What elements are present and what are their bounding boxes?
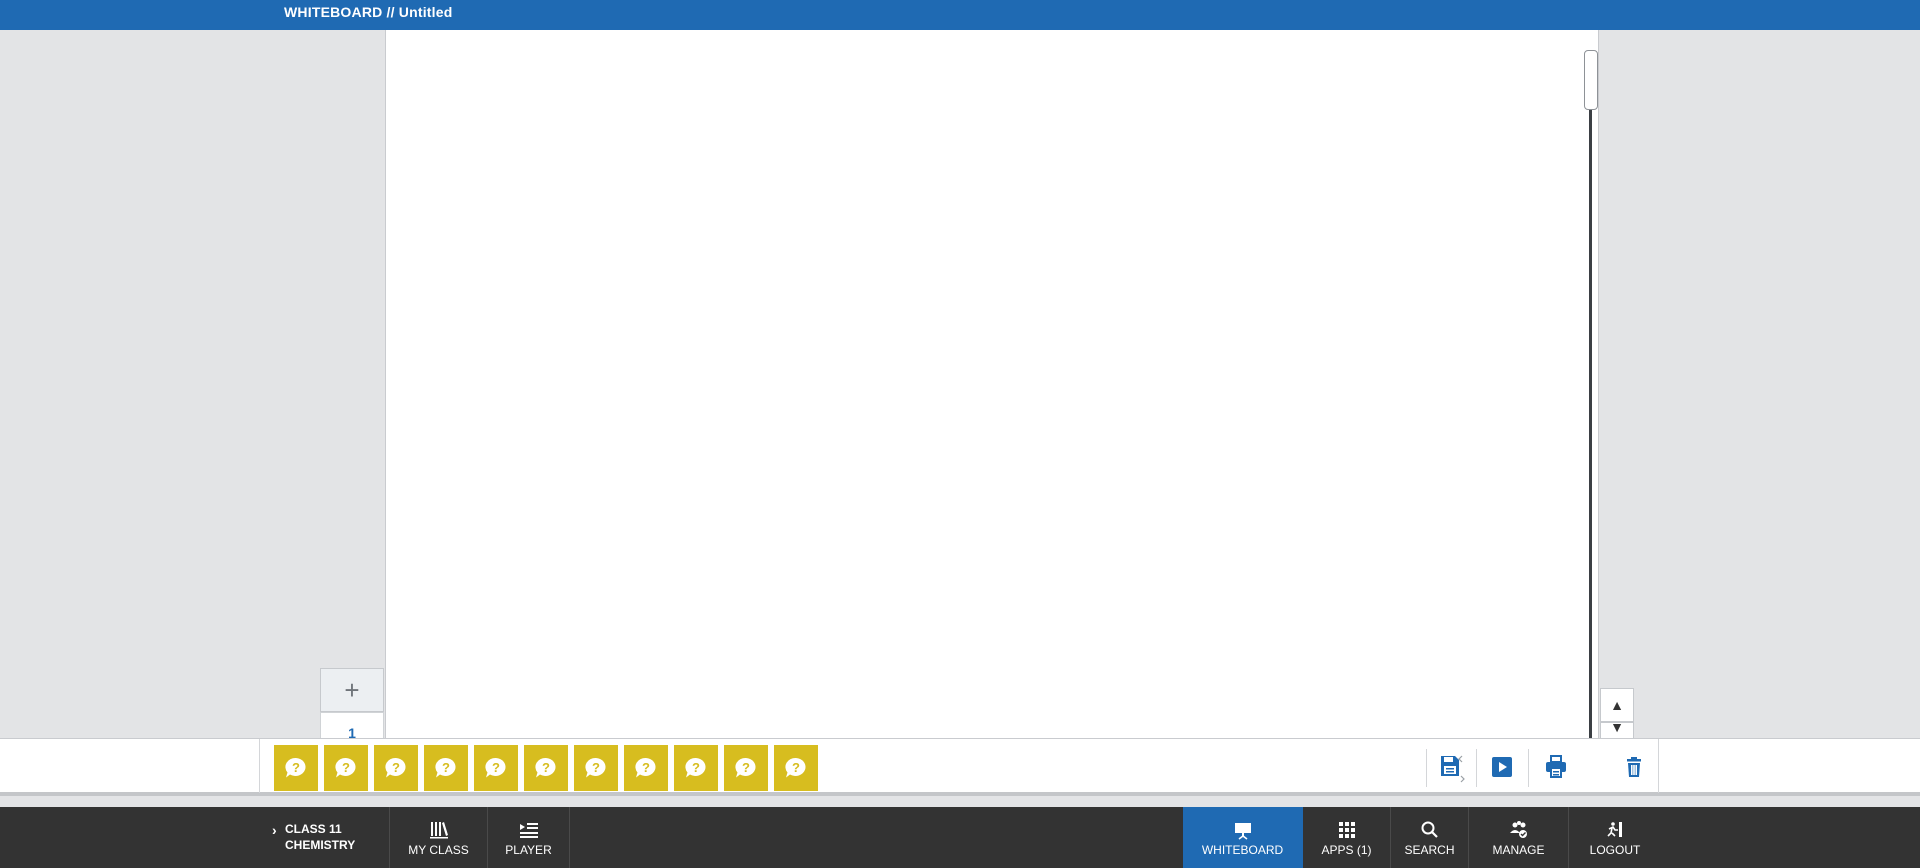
title-bar: WHITEBOARD // Untitled: [0, 0, 1920, 30]
print-button[interactable]: [1538, 749, 1574, 785]
question-bubble-icon: ?: [385, 757, 406, 778]
vertical-scrollbar-thumb[interactable]: [1584, 50, 1598, 110]
svg-text:?: ?: [592, 760, 600, 775]
nav-label: MY CLASS: [408, 842, 469, 857]
svg-text:?: ?: [792, 760, 800, 775]
page-title: WHITEBOARD // Untitled: [284, 4, 453, 20]
nav-label: MANAGE: [1492, 842, 1545, 857]
question-button[interactable]: ?: [624, 745, 668, 791]
scroll-up-button[interactable]: ▲: [1600, 688, 1634, 722]
svg-text:?: ?: [692, 760, 700, 775]
trash-icon: [1627, 757, 1641, 777]
question-button[interactable]: ?: [274, 745, 318, 791]
toolbar-left-panel: [0, 739, 260, 793]
nav-search[interactable]: SEARCH: [1391, 807, 1469, 868]
nav-label: SEARCH: [1404, 842, 1455, 857]
nav-manage[interactable]: MANAGE: [1469, 807, 1569, 868]
question-button[interactable]: ?: [774, 745, 818, 791]
nav-my-class[interactable]: MY CLASS: [390, 807, 488, 868]
question-bubble-icon: ?: [635, 757, 656, 778]
nav-whiteboard[interactable]: WHITEBOARD: [1183, 807, 1303, 868]
grid-icon: [1337, 819, 1357, 841]
toolbar-divider: [1426, 749, 1427, 787]
toolbar-divider: [1528, 749, 1529, 787]
question-button[interactable]: ?: [374, 745, 418, 791]
question-bubble-icon: ?: [285, 757, 306, 778]
save-icon: [1441, 755, 1465, 783]
logout-icon: [1604, 819, 1626, 841]
nav-label: APPS (1): [1321, 842, 1372, 857]
question-bubble-icon: ?: [735, 757, 756, 778]
search-icon: [1420, 819, 1440, 841]
class-subject: CHEMISTRY: [285, 838, 356, 852]
nav-label: LOGOUT: [1589, 842, 1641, 857]
page-number: 1: [348, 725, 356, 738]
whiteboard-app: WHITEBOARD // Untitled + 1 ▲ ▼ ?????????…: [0, 0, 1920, 868]
svg-text:?: ?: [442, 760, 450, 775]
arrow-down-icon: ▼: [1610, 722, 1624, 735]
page-thumbnail[interactable]: 1: [320, 712, 384, 738]
svg-text:?: ?: [492, 760, 500, 775]
question-button[interactable]: ?: [474, 745, 518, 791]
question-bubble-icon: ?: [435, 757, 456, 778]
arrow-up-icon: ▲: [1610, 697, 1624, 713]
question-bubble-icon: ?: [685, 757, 706, 778]
playlist-icon: [518, 819, 540, 841]
bottom-navigation: › CLASS 11 CHEMISTRY MY CLASS PLAYER WHI…: [0, 807, 1920, 868]
scroll-down-button[interactable]: ▼: [1600, 722, 1634, 738]
question-button[interactable]: ?: [674, 745, 718, 791]
add-page-button[interactable]: +: [320, 668, 384, 712]
nav-player[interactable]: PLAYER: [488, 807, 570, 868]
whiteboard-canvas[interactable]: [385, 30, 1599, 738]
nav-label: PLAYER: [505, 842, 552, 857]
question-button[interactable]: ?: [324, 745, 368, 791]
print-icon: [1546, 755, 1566, 778]
toolbar-right-divider: [1658, 739, 1659, 793]
svg-text:?: ?: [642, 760, 650, 775]
question-button[interactable]: ?: [574, 745, 618, 791]
question-bubble-icon: ?: [535, 757, 556, 778]
library-icon: [428, 819, 450, 841]
svg-text:?: ?: [542, 760, 550, 775]
question-bubble-icon: ?: [785, 757, 806, 778]
chevron-right-icon: ›: [272, 822, 277, 838]
question-bubble-icon: ?: [335, 757, 356, 778]
class-selector[interactable]: › CLASS 11 CHEMISTRY: [262, 807, 390, 868]
present-button[interactable]: [1484, 749, 1520, 785]
nav-logout[interactable]: LOGOUT: [1569, 807, 1661, 868]
toolbar-divider: [1476, 749, 1477, 787]
question-bubble-icon: ?: [585, 757, 606, 778]
svg-text:?: ?: [292, 760, 300, 775]
play-icon: [1492, 757, 1512, 777]
presentation-board-icon: [1232, 819, 1254, 841]
delete-button[interactable]: [1616, 749, 1652, 785]
vertical-scrollbar-track[interactable]: [1589, 50, 1592, 770]
svg-text:?: ?: [742, 760, 750, 775]
svg-text:?: ?: [342, 760, 350, 775]
plus-icon: +: [344, 674, 360, 705]
question-button[interactable]: ?: [424, 745, 468, 791]
question-button[interactable]: ?: [524, 745, 568, 791]
question-bubble-icon: ?: [485, 757, 506, 778]
nav-apps[interactable]: APPS (1): [1303, 807, 1391, 868]
nav-label: WHITEBOARD: [1201, 842, 1284, 857]
question-button[interactable]: ?: [724, 745, 768, 791]
svg-text:?: ?: [392, 760, 400, 775]
save-button[interactable]: [1434, 749, 1470, 785]
bottom-toolbar: ???????????: [0, 738, 1920, 796]
manage-users-icon: [1508, 819, 1530, 841]
class-name: CLASS 11: [285, 822, 342, 836]
